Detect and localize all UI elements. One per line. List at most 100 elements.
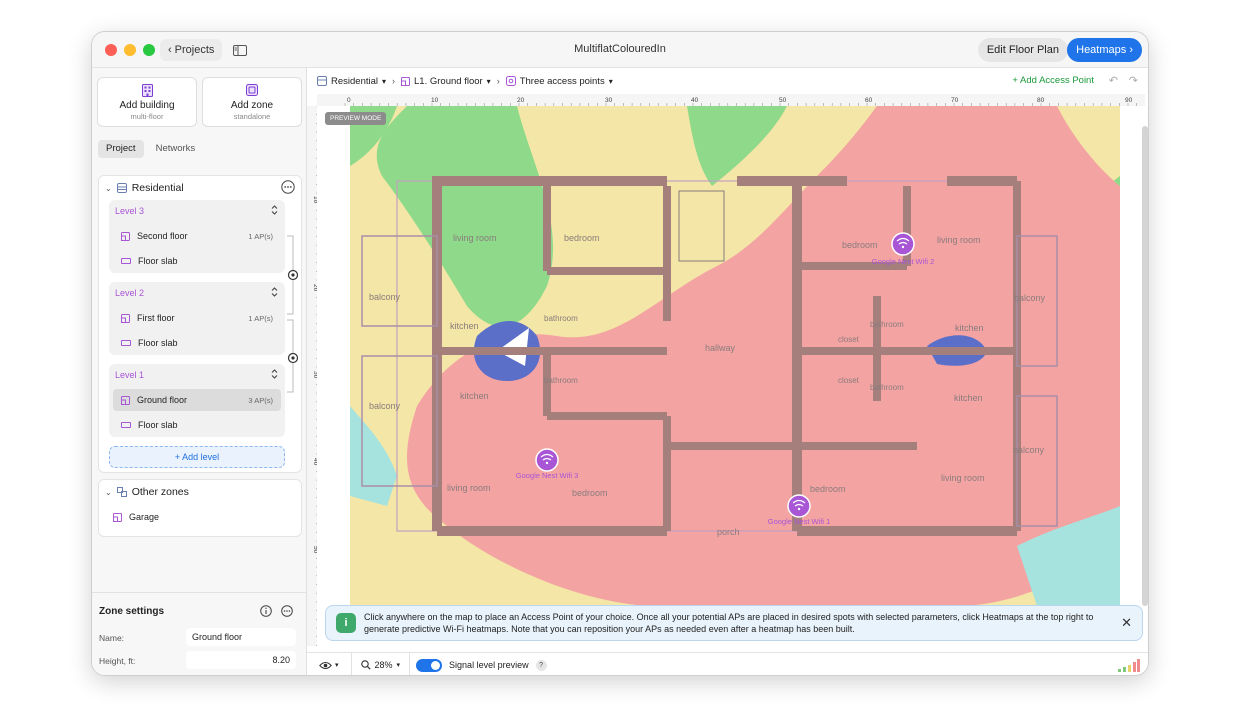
ruler-tick-label: 70: [951, 97, 959, 104]
slab-row[interactable]: Floor slab: [113, 332, 281, 354]
room-label: bedroom: [564, 233, 600, 243]
breadcrumb-building[interactable]: Residential ▾: [317, 76, 386, 87]
chevron-right-icon: ›: [1129, 44, 1133, 56]
room-label: living room: [937, 235, 981, 245]
ap-count: 1 AP(s): [248, 231, 273, 241]
zone-settings-panel: Zone settings Name: Ground floor Height,…: [92, 592, 306, 675]
level-3-group: Level 3 Second floor 1 AP(s) Floor slab: [109, 200, 285, 273]
info-toast-text: Click anywhere on the map to place an Ac…: [364, 612, 1094, 634]
floor-icon: [113, 512, 122, 522]
breadcrumb-scenario[interactable]: Three access points ▾: [505, 75, 613, 87]
building-icon: [141, 84, 153, 97]
floor-icon: [121, 395, 130, 405]
room-label: bathroom: [870, 383, 904, 392]
zone-row-garage[interactable]: Garage: [105, 506, 273, 528]
room-label: balcony: [1014, 293, 1046, 303]
search-icon: [360, 660, 371, 670]
help-icon[interactable]: ?: [535, 659, 547, 671]
room-label: porch: [717, 527, 740, 537]
room-label: bathroom: [544, 314, 578, 323]
chevron-right-icon: ›: [392, 76, 396, 86]
building-header[interactable]: ⌄ Residential: [105, 180, 184, 196]
add-access-point-button[interactable]: + Add Access Point: [1012, 75, 1094, 86]
ruler-tick-label: 50: [779, 97, 787, 104]
floor-row-ground-floor[interactable]: Ground floor 3 AP(s): [113, 389, 281, 411]
floor-icon: [121, 231, 130, 241]
breadcrumb-floor[interactable]: L1. Ground floor ▾: [401, 76, 491, 87]
chevron-down-icon[interactable]: ⌄: [105, 488, 112, 497]
ruler-tick-label: 10: [431, 97, 439, 104]
floor-row-second-floor[interactable]: Second floor 1 AP(s): [113, 225, 281, 247]
preview-mode-badge: PREVIEW MODE: [325, 112, 387, 125]
eye-icon: [319, 661, 332, 669]
redo-icon[interactable]: ↷: [1129, 74, 1138, 87]
signal-level-toggle[interactable]: [416, 658, 443, 672]
breadcrumb-building-label: Residential: [331, 75, 378, 87]
tab-networks[interactable]: Networks: [148, 140, 204, 158]
zone-height-input[interactable]: 8.20: [186, 651, 296, 669]
ruler-tick-label: 20: [517, 97, 525, 104]
main-area: Residential ▾ › L1. Ground floor ▾ › Thr…: [307, 68, 1148, 675]
chevron-down-icon[interactable]: ⌄: [105, 184, 112, 193]
heatmaps-label: Heatmaps: [1076, 44, 1127, 56]
building-tree: ⌄ Residential Level 3 Second floor 1 AP(…: [98, 175, 302, 473]
other-zones-header[interactable]: ⌄ Other zones: [105, 484, 189, 500]
floor-name: Second floor: [137, 231, 188, 241]
chevron-down-icon: ▾: [335, 662, 339, 669]
add-level-button[interactable]: + Add level: [109, 446, 285, 468]
floor-row-first-floor[interactable]: First floor 1 AP(s): [113, 307, 281, 329]
ruler-tick-label: 80: [1037, 97, 1045, 104]
add-zone-button[interactable]: Add zone standalone: [202, 77, 302, 127]
floor-icon: [401, 76, 411, 86]
visibility-menu[interactable]: ▾: [319, 661, 339, 670]
chevron-updown-icon[interactable]: [270, 368, 279, 380]
ruler-tick-label: 90: [1125, 97, 1133, 104]
signal-level-label: Signal level preview: [449, 660, 529, 670]
level-title[interactable]: Level 1: [115, 370, 144, 380]
building-icon: [116, 183, 127, 193]
chevron-right-icon: ›: [496, 76, 500, 86]
add-building-button[interactable]: Add building multi-floor: [97, 77, 197, 127]
room-label: kitchen: [450, 321, 479, 331]
ap-count: 1 AP(s): [248, 313, 273, 323]
slab-row[interactable]: Floor slab: [113, 414, 281, 436]
tab-project[interactable]: Project: [98, 140, 144, 158]
undo-icon[interactable]: ↶: [1109, 74, 1118, 87]
level-title[interactable]: Level 2: [115, 288, 144, 298]
edit-floor-plan-button[interactable]: Edit Floor Plan: [977, 38, 1068, 62]
floor-name: Ground floor: [137, 395, 188, 405]
vertical-scrollbar[interactable]: [1142, 126, 1148, 606]
name-label: Name:: [99, 633, 125, 643]
zoom-menu[interactable]: 28% ▾: [360, 660, 401, 670]
zone-settings-title: Zone settings: [99, 606, 165, 617]
heatmap-floor-plan[interactable]: living room bedroom living room bedroom …: [317, 106, 1145, 646]
room-label: bathroom: [544, 376, 578, 385]
building-icon: [317, 76, 327, 86]
chevron-updown-icon[interactable]: [270, 204, 279, 216]
room-label: closet: [838, 376, 860, 385]
slab-name: Floor slab: [138, 420, 178, 430]
breadcrumb-scenario-label: Three access points: [519, 75, 605, 87]
chevron-down-icon: ▾: [396, 662, 401, 669]
heatmaps-button[interactable]: Heatmaps ›: [1067, 38, 1142, 62]
level-title[interactable]: Level 3: [115, 206, 144, 216]
close-icon[interactable]: ✕: [1121, 615, 1132, 631]
info-icon: i: [336, 613, 356, 633]
level-2-group: Level 2 First floor 1 AP(s) Floor slab: [109, 282, 285, 355]
zone-name-input[interactable]: Ground floor: [186, 628, 296, 646]
bottom-toolbar: ▾ 28% ▾ Signal level preview ?: [307, 652, 1148, 675]
zones-icon: [116, 487, 127, 497]
add-building-title: Add building: [119, 100, 175, 111]
slab-row[interactable]: Floor slab: [113, 250, 281, 272]
more-options-icon[interactable]: [281, 180, 295, 194]
floor-icon: [121, 313, 130, 323]
more-options-icon[interactable]: [281, 605, 293, 617]
height-label: Height, ft:: [99, 656, 136, 666]
chevron-updown-icon[interactable]: [270, 286, 279, 298]
room-label: living room: [447, 483, 491, 493]
info-icon[interactable]: [260, 605, 272, 617]
zone-name: Garage: [129, 512, 160, 522]
floor-plan-canvas[interactable]: living room bedroom living room bedroom …: [317, 106, 1145, 646]
chevron-down-icon: ▾: [608, 76, 613, 86]
title-bar: ‹ Projects MultiflatColouredIn Edit Floo…: [92, 32, 1148, 68]
